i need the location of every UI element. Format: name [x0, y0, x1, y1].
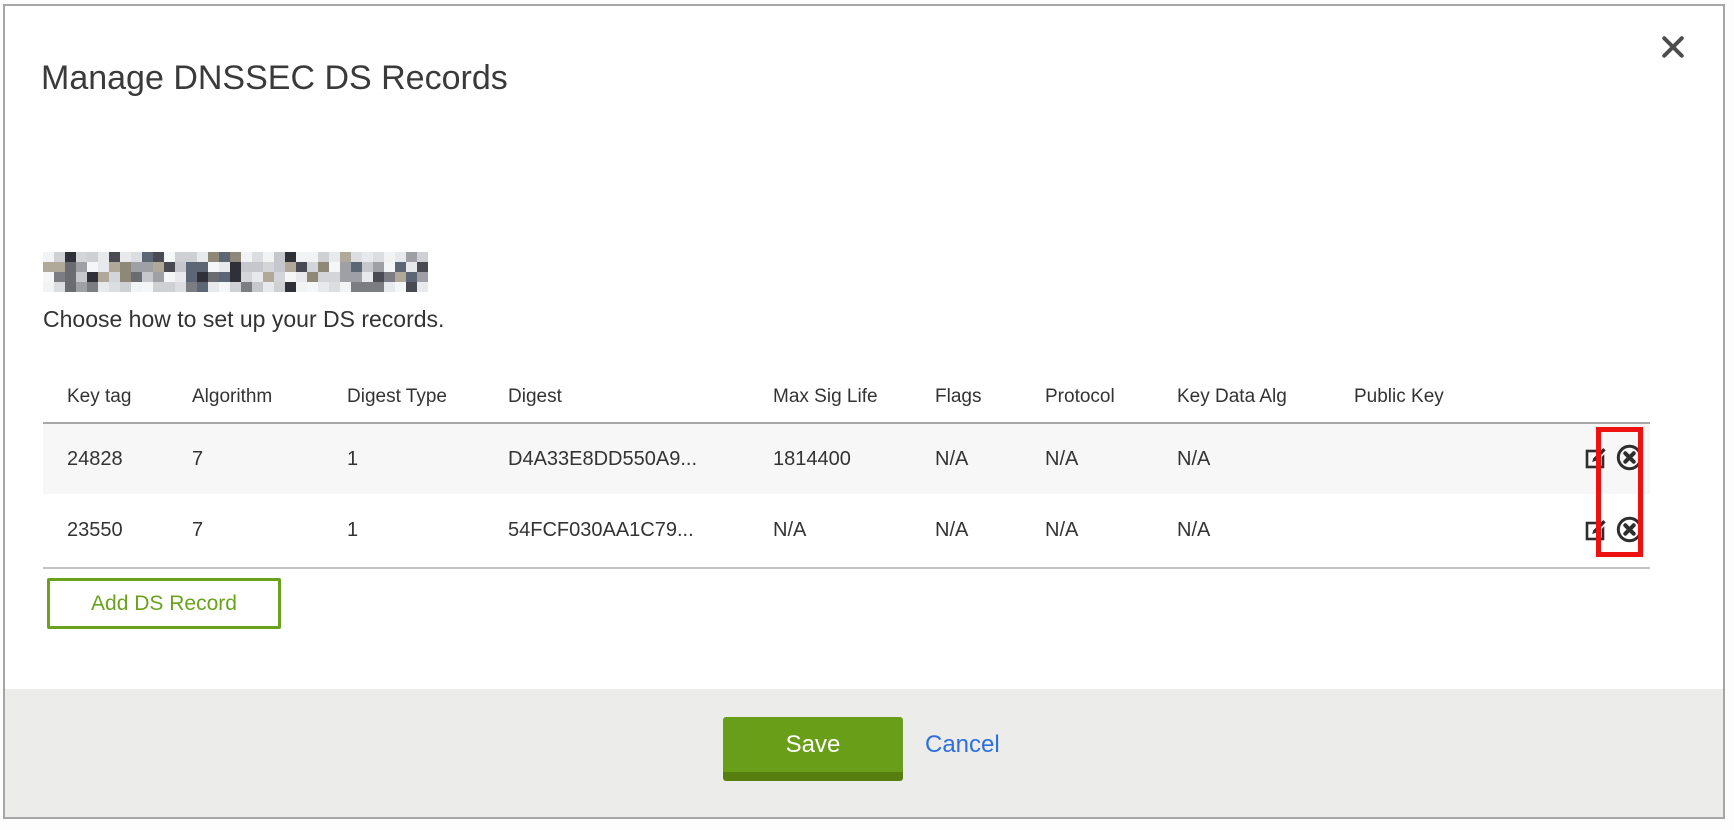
- cell-algorithm: 7: [192, 519, 347, 542]
- cell-flags: N/A: [935, 519, 1045, 542]
- cell-digest: 54FCF030AA1C79...: [508, 519, 773, 542]
- column-header-max-sig-life: Max Sig Life: [773, 386, 935, 408]
- cell-max-sig-life: N/A: [773, 519, 935, 542]
- row-actions: [1562, 516, 1644, 546]
- ds-records-table: Key tag Algorithm Digest Type Digest Max…: [43, 372, 1650, 569]
- edit-icon: [1583, 516, 1610, 546]
- cell-protocol: N/A: [1045, 448, 1177, 471]
- manage-dnssec-modal: Manage DNSSEC DS Records Choose how to s…: [3, 4, 1725, 819]
- cell-key-tag: 24828: [67, 448, 192, 471]
- delete-record-button[interactable]: [1614, 444, 1644, 474]
- table-row: 23550 7 1 54FCF030AA1C79... N/A N/A N/A …: [43, 494, 1650, 567]
- cell-protocol: N/A: [1045, 519, 1177, 542]
- cell-digest: D4A33E8DD550A9...: [508, 448, 773, 471]
- close-icon: [1658, 32, 1688, 65]
- cancel-link[interactable]: Cancel: [925, 731, 1000, 759]
- close-button[interactable]: [1653, 28, 1693, 68]
- instruction-text: Choose how to set up your DS records.: [43, 306, 444, 333]
- column-header-digest-type: Digest Type: [347, 386, 508, 408]
- cell-max-sig-life: 1814400: [773, 448, 935, 471]
- delete-record-button[interactable]: [1614, 516, 1644, 546]
- page-title: Manage DNSSEC DS Records: [41, 59, 508, 98]
- cell-key-data-alg: N/A: [1177, 448, 1354, 471]
- column-header-public-key: Public Key: [1354, 386, 1562, 408]
- cell-key-tag: 23550: [67, 519, 192, 542]
- circle-x-delete-icon: [1615, 515, 1644, 547]
- add-ds-record-button[interactable]: Add DS Record: [47, 578, 281, 629]
- redacted-domain-name: [43, 252, 428, 292]
- table-row: 24828 7 1 D4A33E8DD550A9... 1814400 N/A …: [43, 424, 1650, 494]
- column-header-algorithm: Algorithm: [192, 386, 347, 408]
- edit-record-button[interactable]: [1581, 444, 1611, 474]
- save-button[interactable]: Save: [723, 717, 903, 781]
- cell-algorithm: 7: [192, 448, 347, 471]
- cell-digest-type: 1: [347, 448, 508, 471]
- table-body: 24828 7 1 D4A33E8DD550A9... 1814400 N/A …: [43, 422, 1650, 569]
- column-header-key-data-alg: Key Data Alg: [1177, 386, 1354, 408]
- cell-key-data-alg: N/A: [1177, 519, 1354, 542]
- cell-flags: N/A: [935, 448, 1045, 471]
- circle-x-delete-icon: [1615, 443, 1644, 475]
- column-header-protocol: Protocol: [1045, 386, 1177, 408]
- table-header-row: Key tag Algorithm Digest Type Digest Max…: [43, 372, 1650, 422]
- column-header-key-tag: Key tag: [67, 386, 192, 408]
- row-actions: [1562, 444, 1644, 474]
- column-header-digest: Digest: [508, 386, 773, 408]
- edit-icon: [1583, 444, 1610, 474]
- cell-digest-type: 1: [347, 519, 508, 542]
- column-header-flags: Flags: [935, 386, 1045, 408]
- edit-record-button[interactable]: [1581, 516, 1611, 546]
- modal-footer: Save Cancel: [5, 689, 1723, 817]
